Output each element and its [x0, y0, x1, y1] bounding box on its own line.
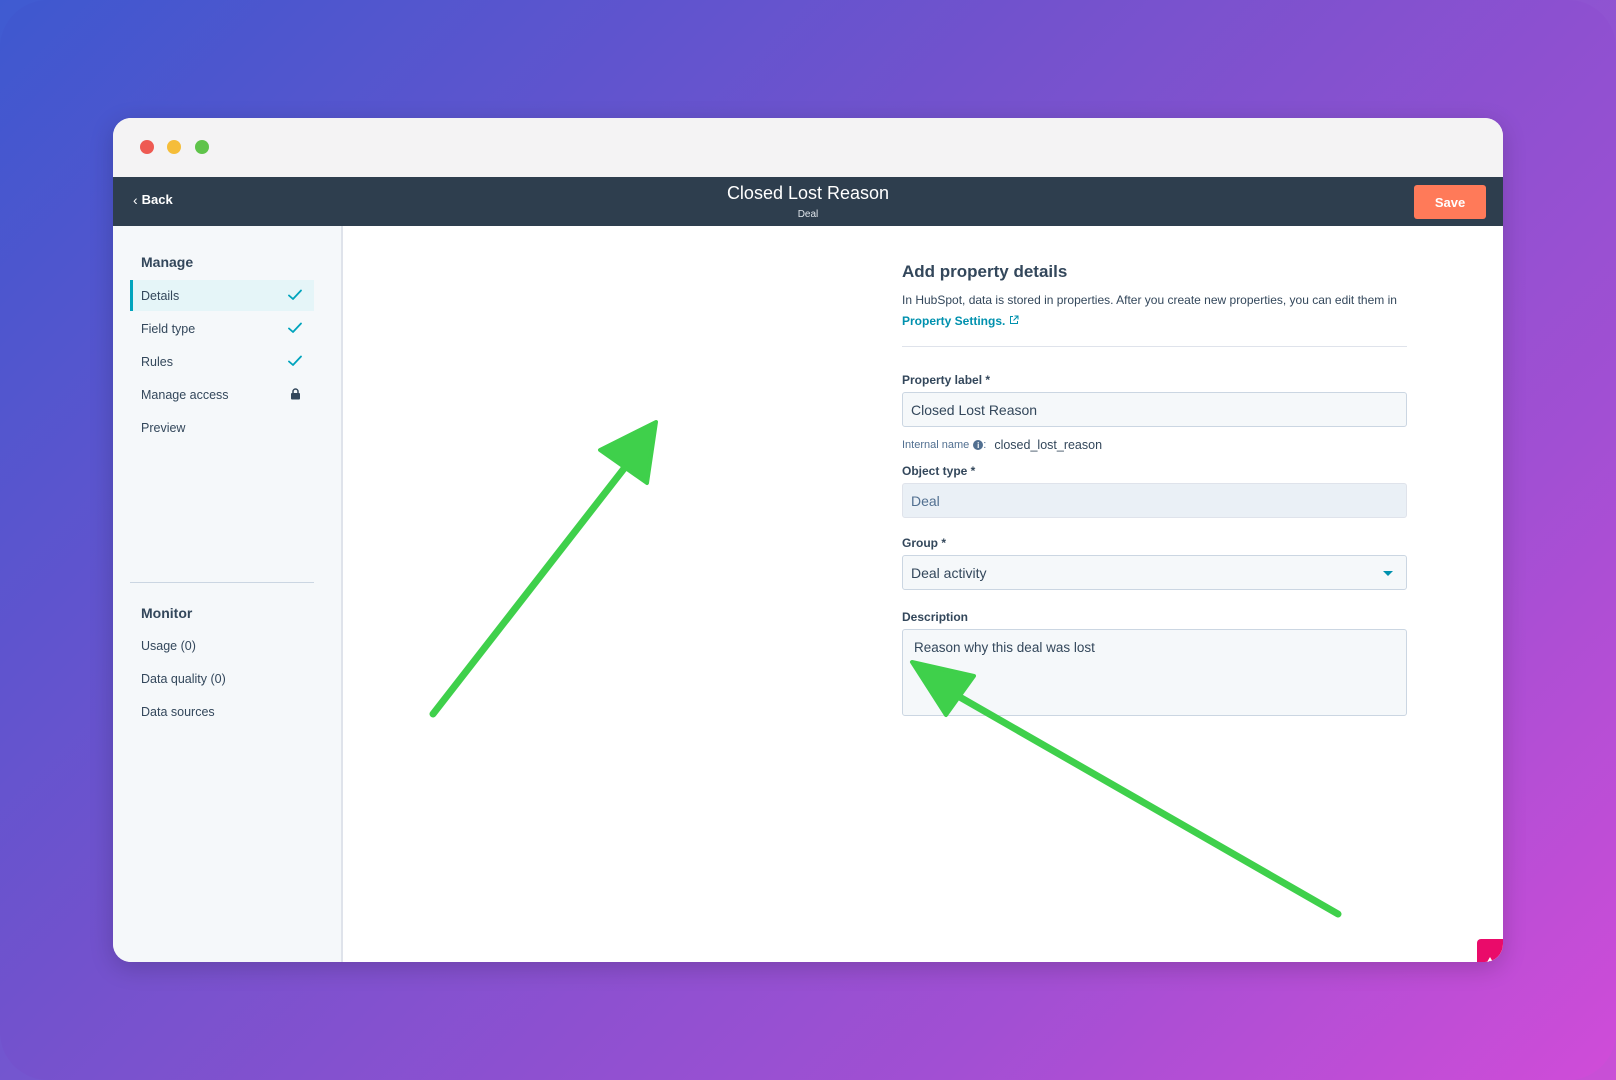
sidebar-heading-monitor: Monitor: [141, 605, 193, 621]
sidebar-item-label: Usage (0): [141, 638, 196, 653]
sidebar: Manage Details Field type Rules Manage a…: [113, 226, 343, 962]
info-icon[interactable]: i: [973, 440, 984, 450]
sidebar-item-manage-access[interactable]: Manage access: [130, 379, 314, 410]
sidebar-divider: [130, 582, 314, 583]
sidebar-item-data-quality[interactable]: Data quality (0): [130, 663, 314, 694]
intro-text: In HubSpot, data is stored in properties…: [902, 293, 1397, 307]
sidebar-item-label: Field type: [141, 321, 196, 336]
sidebar-item-label: Data sources: [141, 704, 215, 719]
sidebar-item-usage[interactable]: Usage (0): [130, 630, 314, 661]
page-subtitle: Deal: [797, 209, 819, 220]
form-divider: [902, 346, 1407, 347]
save-button[interactable]: Save: [1414, 185, 1486, 219]
form-intro: In HubSpot, data is stored in properties…: [902, 290, 1407, 332]
sidebar-item-label: Manage access: [141, 387, 229, 402]
sidebar-item-preview[interactable]: Preview: [130, 412, 314, 443]
description-label: Description: [902, 610, 969, 624]
top-nav-bar: ‹ Back Closed Lost Reason Deal Save: [113, 177, 1503, 226]
description-textarea[interactable]: Reason why this deal was lost: [902, 629, 1407, 716]
sidebar-item-label: Data quality (0): [141, 671, 226, 686]
sidebar-item-label: Details: [141, 288, 180, 303]
sidebar-heading-manage: Manage: [141, 254, 194, 270]
lock-icon: [288, 387, 302, 401]
property-label-label: Property label *: [902, 373, 991, 387]
object-type-input: Deal: [902, 483, 1407, 518]
window-titlebar: [113, 118, 1503, 177]
object-type-label: Object type *: [902, 464, 976, 478]
page-title: Closed Lost Reason: [726, 183, 890, 203]
main-content: Add property details In HubSpot, data is…: [345, 226, 1503, 962]
warning-icon: [1482, 956, 1498, 962]
form-heading: Add property details: [902, 262, 1068, 281]
property-settings-link[interactable]: Property Settings.: [902, 314, 1005, 328]
sidebar-item-rules[interactable]: Rules: [130, 346, 314, 377]
internal-name-value: closed_lost_reason: [994, 438, 1103, 452]
sidebar-item-field-type[interactable]: Field type: [130, 313, 314, 344]
property-label-input[interactable]: Closed Lost Reason: [902, 392, 1407, 427]
sidebar-item-label: Preview: [141, 420, 186, 435]
check-icon: [288, 321, 302, 335]
sidebar-item-details[interactable]: Details: [130, 280, 314, 311]
minimize-window-button[interactable]: [167, 140, 181, 154]
sidebar-item-data-sources[interactable]: Data sources: [130, 696, 314, 727]
group-select[interactable]: Deal activity: [902, 555, 1407, 590]
caret-down-icon: [1383, 571, 1393, 576]
sidebar-item-label: Rules: [141, 354, 173, 369]
internal-name: Internal name i : closed_lost_reason: [902, 438, 1103, 452]
app-window: ‹ Back Closed Lost Reason Deal Save Mana…: [113, 118, 1503, 962]
check-icon: [288, 288, 302, 302]
check-icon: [288, 354, 302, 368]
close-window-button[interactable]: [140, 140, 154, 154]
feedback-tab[interactable]: [1477, 939, 1503, 962]
group-label: Group *: [902, 536, 946, 550]
zoom-window-button[interactable]: [195, 140, 209, 154]
group-select-value: Deal activity: [911, 564, 987, 581]
internal-name-label: Internal name: [902, 439, 970, 451]
external-link-icon: [1009, 311, 1019, 332]
